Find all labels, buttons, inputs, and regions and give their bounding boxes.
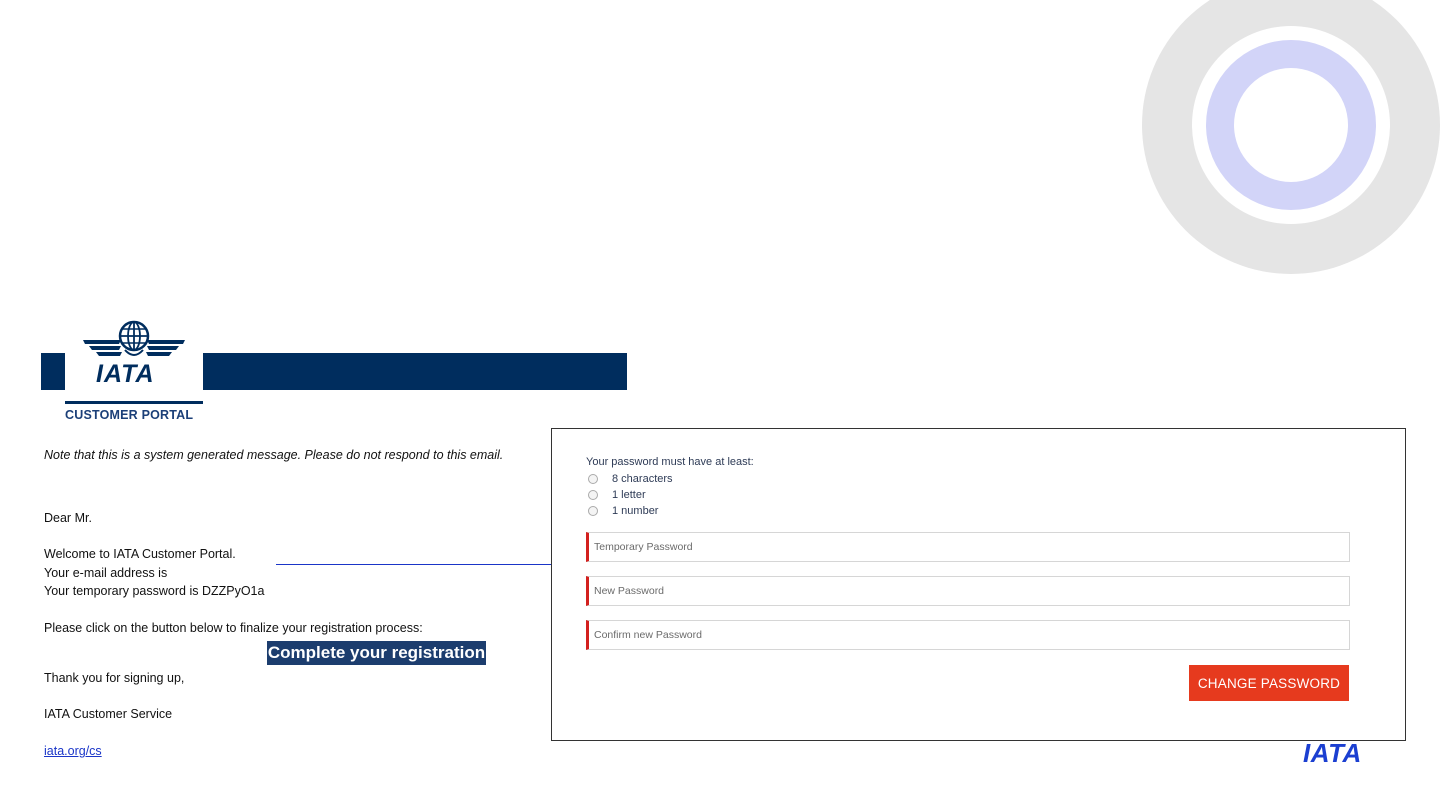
requirement-label: 1 number [612,504,659,517]
portal-label: CUSTOMER PORTAL [65,408,194,422]
instruction-text: Please click on the button below to fina… [44,621,423,635]
radio-icon[interactable] [588,505,598,516]
radio-icon[interactable] [588,489,598,500]
support-link[interactable]: iata.org/cs [44,744,102,758]
greeting: Dear Mr. [44,511,92,525]
requirement-item[interactable]: 1 letter [588,488,646,501]
welcome-text: Welcome to IATA Customer Portal. [44,547,236,561]
system-notice: Note that this is a system generated mes… [44,448,504,462]
globe-wings-icon [83,320,185,356]
requirement-item[interactable]: 8 characters [588,472,673,485]
temporary-password-text: Your temporary password is DZZPyO1a [44,584,265,598]
header-band-right [203,353,627,390]
header-band-left [41,353,65,390]
logo-wordmark: IATA [96,360,155,388]
decorative-ring-center [1234,68,1348,182]
radio-icon[interactable] [588,473,598,484]
requirement-label: 1 letter [612,488,646,501]
thanks-text: Thank you for signing up, [44,671,185,685]
signature-text: IATA Customer Service [44,707,173,721]
requirement-item[interactable]: 1 number [588,504,658,517]
arrow-line [276,564,570,565]
confirm-password-input[interactable] [586,620,1350,650]
new-password-input[interactable] [586,576,1350,606]
requirement-label: 8 characters [612,472,673,485]
change-password-button[interactable]: CHANGE PASSWORD [1189,665,1349,701]
password-requirements-title: Your password must have at least: [586,456,754,468]
footer-iata-logo: IATA [1303,738,1362,768]
logo-underline [65,401,203,404]
email-address-text: Your e-mail address is [44,566,168,580]
complete-registration-button[interactable]: Complete your registration [267,641,486,665]
temporary-password-input[interactable] [586,532,1350,562]
